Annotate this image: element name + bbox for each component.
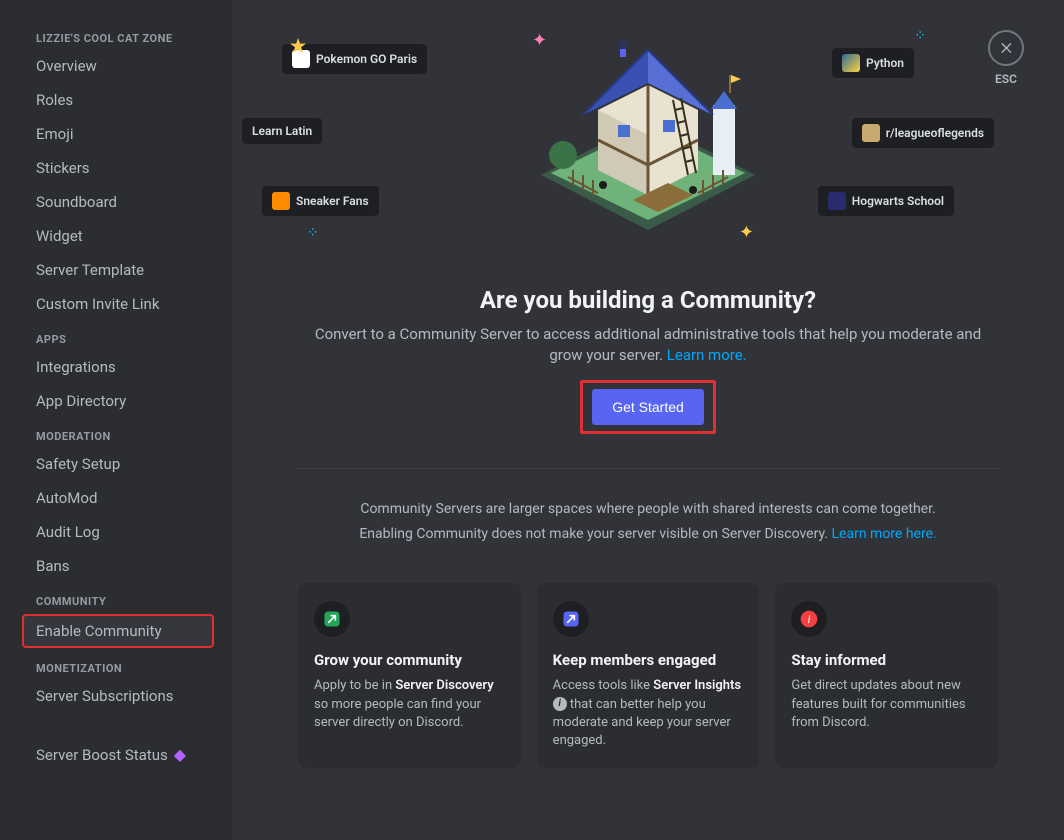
page-subtext: Convert to a Community Server to access … bbox=[308, 324, 988, 366]
sidebar-item-server-template[interactable]: Server Template bbox=[8, 253, 232, 287]
sidebar-item-widget[interactable]: Widget bbox=[8, 219, 232, 253]
get-started-button[interactable]: Get Started bbox=[592, 389, 704, 425]
community-chip-pokemon: Pokemon GO Paris ★ bbox=[282, 44, 427, 74]
svg-text:i: i bbox=[808, 614, 811, 627]
community-chip-sneaker: Sneaker Fans bbox=[262, 186, 379, 216]
main-content: ESC Pokemon GO Paris ★ Learn Latin Sneak… bbox=[232, 0, 1064, 840]
sidebar-item-audit-log[interactable]: Audit Log bbox=[8, 515, 232, 549]
grow-icon bbox=[314, 601, 350, 637]
settings-sidebar: LIZZIE'S COOL CAT ZONE Overview Roles Em… bbox=[0, 0, 232, 840]
sidebar-item-app-directory[interactable]: App Directory bbox=[8, 384, 232, 418]
feature-cards: Grow your community Apply to be in Serve… bbox=[298, 583, 998, 768]
sparkle-icon: ⁘ bbox=[307, 225, 319, 241]
star-icon: ★ bbox=[290, 36, 306, 57]
card-title: Grow your community bbox=[314, 651, 505, 669]
sidebar-item-safety-setup[interactable]: Safety Setup bbox=[8, 447, 232, 481]
page-title: Are you building a Community? bbox=[252, 286, 1044, 314]
community-chip-hogwarts: Hogwarts School bbox=[818, 186, 954, 216]
card-body: Get direct updates about new features bu… bbox=[791, 677, 982, 732]
sidebar-item-emoji[interactable]: Emoji bbox=[8, 117, 232, 151]
cta-highlight-frame: Get Started bbox=[580, 380, 716, 434]
card-body: Apply to be in Server Discovery so more … bbox=[314, 677, 505, 732]
engage-icon bbox=[553, 601, 589, 637]
hogwarts-icon bbox=[828, 192, 846, 210]
community-chip-lol: r/leagueoflegends bbox=[852, 118, 994, 148]
boost-gem-icon: ◆ bbox=[174, 745, 186, 764]
informed-icon: i bbox=[791, 601, 827, 637]
card-body: Access tools like Server Insights i that… bbox=[553, 677, 744, 750]
sidebar-item-server-boost[interactable]: Server Boost Status ◆ bbox=[8, 737, 232, 772]
sidebar-item-enable-community[interactable]: Enable Community bbox=[22, 614, 214, 648]
sidebar-item-soundboard[interactable]: Soundboard bbox=[8, 185, 232, 219]
card-grow: Grow your community Apply to be in Serve… bbox=[298, 583, 521, 768]
learn-more-here-link[interactable]: Learn more here. bbox=[832, 526, 937, 542]
community-chip-python: Python bbox=[832, 48, 914, 78]
sidebar-item-overview[interactable]: Overview bbox=[8, 49, 232, 83]
community-chip-latin: Learn Latin bbox=[242, 118, 322, 144]
divider bbox=[298, 468, 998, 469]
sidebar-item-bans[interactable]: Bans bbox=[8, 549, 232, 583]
info-block: Community Servers are larger spaces wher… bbox=[252, 497, 1044, 547]
card-informed: i Stay informed Get direct updates about… bbox=[775, 583, 998, 768]
sidebar-section-moderation: MODERATION bbox=[8, 418, 232, 447]
sneaker-icon bbox=[272, 192, 290, 210]
sidebar-item-roles[interactable]: Roles bbox=[8, 83, 232, 117]
sidebar-item-custom-invite[interactable]: Custom Invite Link bbox=[8, 287, 232, 321]
learn-more-link[interactable]: Learn more. bbox=[667, 346, 747, 364]
sidebar-item-automod[interactable]: AutoMod bbox=[8, 481, 232, 515]
card-title: Keep members engaged bbox=[553, 651, 744, 669]
sparkle-icon: ⁘ bbox=[914, 28, 926, 44]
sidebar-item-integrations[interactable]: Integrations bbox=[8, 350, 232, 384]
hero-illustration-area: Pokemon GO Paris ★ Learn Latin Sneaker F… bbox=[252, 0, 1044, 260]
python-icon bbox=[842, 54, 860, 72]
sidebar-section-community: COMMUNITY bbox=[8, 583, 232, 612]
sidebar-item-stickers[interactable]: Stickers bbox=[8, 151, 232, 185]
house-illustration bbox=[523, 5, 773, 240]
card-title: Stay informed bbox=[791, 651, 982, 669]
sidebar-section-monetization: MONETIZATION bbox=[8, 650, 232, 679]
lol-icon bbox=[862, 124, 880, 142]
sidebar-section-server: LIZZIE'S COOL CAT ZONE bbox=[8, 20, 232, 49]
sidebar-section-apps: APPS bbox=[8, 321, 232, 350]
sidebar-item-label: Server Boost Status bbox=[36, 746, 168, 764]
sidebar-item-server-subscriptions[interactable]: Server Subscriptions bbox=[8, 679, 232, 713]
info-icon: i bbox=[553, 697, 567, 711]
card-engage: Keep members engaged Access tools like S… bbox=[537, 583, 760, 768]
